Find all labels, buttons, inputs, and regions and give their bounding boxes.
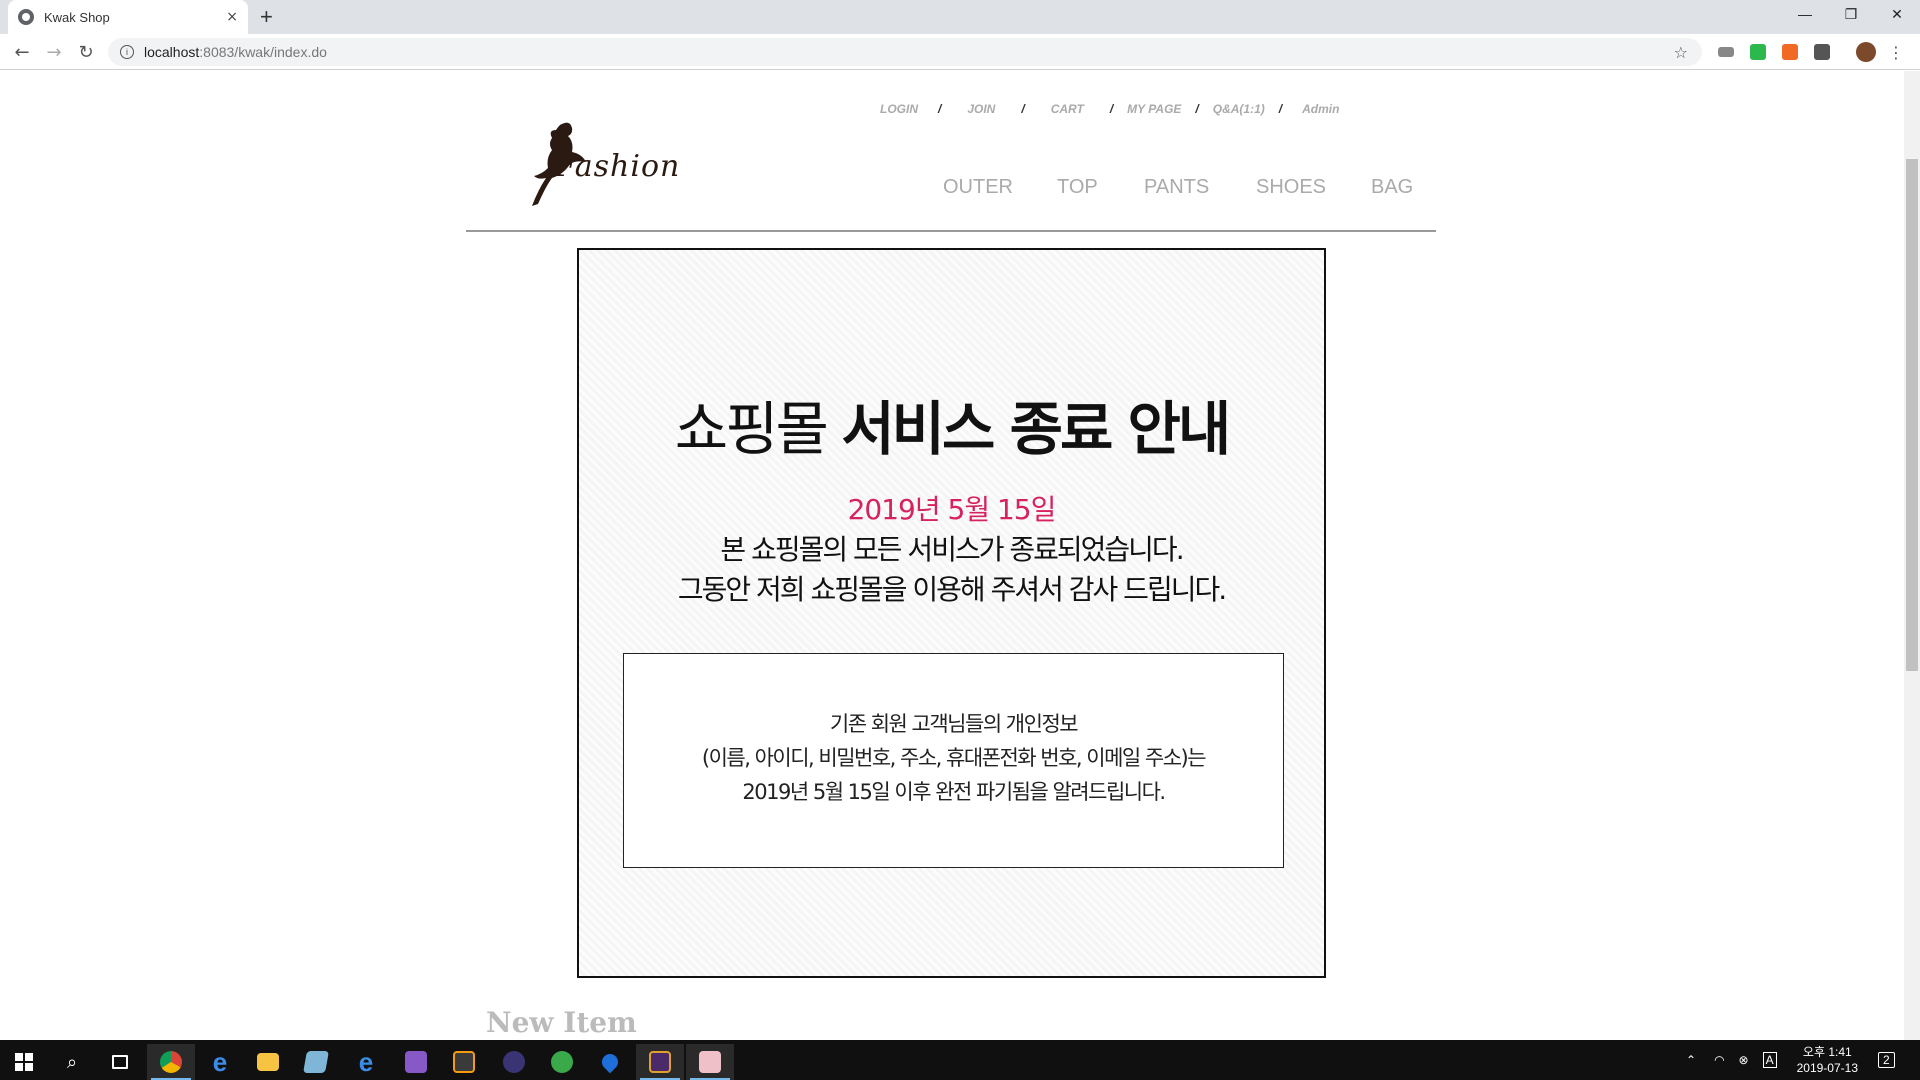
join-link[interactable]: JOIN — [967, 102, 995, 116]
scroll-thumb[interactable] — [1906, 159, 1918, 671]
separator: / — [1109, 102, 1114, 116]
browser-tab[interactable]: Kwak Shop × — [8, 0, 248, 34]
app-icon[interactable] — [292, 1044, 340, 1080]
privacy-notice-box: 기존 회원 고객님들의 개인정보 (이름, 아이디, 비밀번호, 주소, 휴대폰… — [623, 653, 1284, 868]
page-scrollbar[interactable] — [1904, 71, 1920, 1040]
eclipse-icon[interactable] — [490, 1044, 538, 1080]
notice-date: 2019년 5월 15일 — [847, 493, 1057, 526]
separator: / — [1278, 102, 1283, 116]
separator: / — [1195, 102, 1199, 116]
privacy-line-3: 2019년 5월 15일 이후 완전 파기됨을 알려드립니다. — [742, 780, 1166, 804]
browser-tab-strip: Kwak Shop × + — ❐ ✕ — [0, 0, 1920, 34]
notice-title: 쇼핑몰 서비스 종료 안내 — [674, 395, 1231, 463]
url-text: localhost:8083/kwak/index.do — [144, 44, 327, 60]
edge-icon[interactable]: e — [196, 1044, 244, 1080]
nav-outer[interactable]: OUTER — [943, 176, 1013, 199]
system-clock[interactable]: 오후 1:41 2019-07-13 — [1797, 1044, 1858, 1076]
ex-extension-icon[interactable] — [1782, 44, 1798, 60]
network-icon[interactable]: ◠ — [1714, 1053, 1724, 1067]
info-icon[interactable]: i — [120, 45, 134, 59]
restore-button[interactable]: ❐ — [1828, 0, 1874, 28]
app-pink-icon[interactable] — [686, 1044, 734, 1080]
internet-explorer-icon[interactable]: e — [342, 1044, 390, 1080]
menu-kebab-icon[interactable]: ⋮ — [1884, 40, 1908, 64]
login-link[interactable]: LOGIN — [880, 102, 918, 116]
forward-icon[interactable]: → — [42, 40, 66, 64]
minimize-button[interactable]: — — [1782, 0, 1828, 28]
profile-avatar[interactable] — [1856, 42, 1876, 62]
nav-bag[interactable]: BAG — [1371, 176, 1413, 199]
notification-icon: 2 — [1878, 1052, 1895, 1068]
windows-start-icon[interactable] — [0, 1044, 48, 1080]
app-green-icon[interactable] — [538, 1044, 586, 1080]
sublime-text-icon[interactable] — [440, 1044, 488, 1080]
service-end-notice: 쇼핑몰 서비스 종료 안내 2019년 5월 15일 본 쇼핑몰의 모든 서비스… — [577, 248, 1326, 978]
mypage-link[interactable]: MY PAGE — [1127, 102, 1181, 116]
windows-taskbar: ⌕ e e ⌃ ◠ ⊗ A 오후 1:41 2019-07-13 2 — [0, 1040, 1920, 1080]
nav-shoes[interactable]: SHOES — [1256, 176, 1326, 199]
utility-nav: LOGIN / JOIN / CART / MY PAGE / Q&A(1:1)… — [880, 102, 1339, 116]
search-icon[interactable]: ⌕ — [48, 1044, 96, 1080]
extension-icon[interactable] — [1814, 44, 1830, 60]
file-explorer-icon[interactable] — [244, 1044, 292, 1080]
header-divider — [466, 230, 1436, 232]
logo-wordmark: Fashion — [555, 149, 681, 184]
privacy-line-2: (이름, 아이디, 비밀번호, 주소, 휴대폰전화 번호, 이메일 주소)는 — [701, 746, 1207, 770]
new-tab-button[interactable]: + — [260, 4, 273, 30]
qna-link[interactable]: Q&A(1:1) — [1213, 102, 1265, 116]
cast-icon[interactable] — [1718, 47, 1734, 57]
separator: / — [938, 102, 942, 116]
address-bar[interactable]: i localhost:8083/kwak/index.do ☆ — [108, 38, 1702, 66]
chevron-up-icon[interactable]: ⌃ — [1686, 1053, 1696, 1067]
maps-pin-icon[interactable] — [586, 1044, 634, 1080]
task-view-icon[interactable] — [96, 1044, 144, 1080]
tab-title: Kwak Shop — [44, 9, 110, 25]
browser-toolbar: ← → ↻ i localhost:8083/kwak/index.do ☆ ⋮ — [0, 34, 1920, 70]
ime-indicator[interactable]: A — [1762, 1052, 1777, 1068]
shield-extension-icon[interactable] — [1750, 44, 1766, 60]
visual-studio-icon[interactable] — [392, 1044, 440, 1080]
bookmark-star-icon[interactable]: ☆ — [1674, 43, 1688, 62]
nav-pants[interactable]: PANTS — [1144, 176, 1209, 199]
privacy-line-1: 기존 회원 고객님들의 개인정보 — [829, 712, 1079, 736]
notification-center[interactable]: 2 — [1878, 1040, 1895, 1080]
back-icon[interactable]: ← — [10, 40, 34, 64]
notice-line-1: 본 쇼핑몰의 모든 서비스가 종료되었습니다. — [720, 533, 1184, 566]
app-active-icon[interactable] — [636, 1044, 684, 1080]
system-tray: ⌃ ◠ ⊗ A — [1686, 1040, 1791, 1080]
notice-line-2: 그동안 저희 쇼핑몰을 이용해 주셔서 감사 드립니다. — [677, 573, 1227, 606]
tab-close-button[interactable]: × — [226, 9, 238, 25]
window-close-button[interactable]: ✕ — [1874, 0, 1920, 28]
nav-top[interactable]: TOP — [1057, 176, 1098, 199]
admin-link[interactable]: Admin — [1302, 102, 1339, 116]
globe-icon — [18, 9, 34, 25]
reload-icon[interactable]: ↻ — [74, 40, 98, 64]
chrome-taskbar-icon[interactable] — [147, 1044, 195, 1080]
web-page: LOGIN / JOIN / CART / MY PAGE / Q&A(1:1)… — [0, 71, 1904, 1040]
separator: / — [1021, 102, 1025, 116]
new-item-heading: New Item — [486, 1006, 637, 1039]
cart-link[interactable]: CART — [1051, 102, 1084, 116]
volume-muted-icon[interactable]: ⊗ — [1739, 1053, 1749, 1067]
